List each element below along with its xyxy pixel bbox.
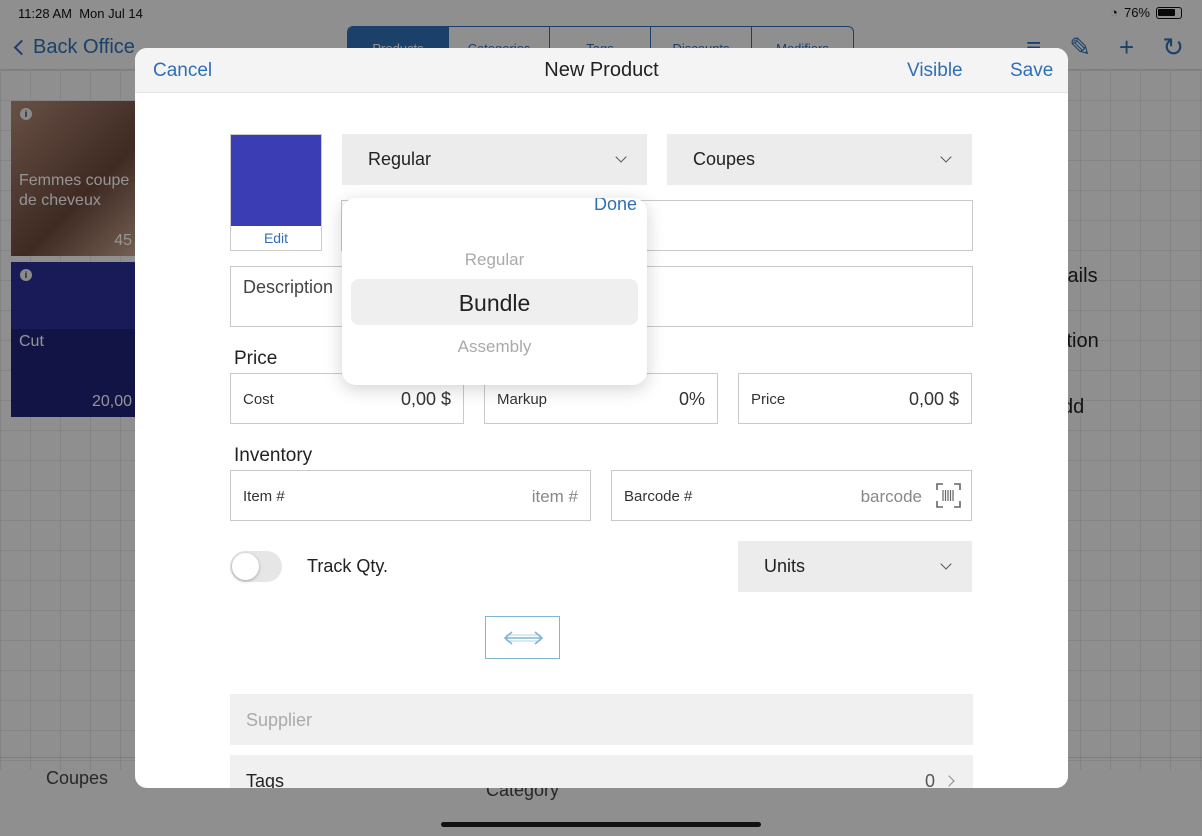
- visible-button[interactable]: Visible: [907, 60, 963, 82]
- price-label: Price: [751, 391, 786, 408]
- inventory-section-label: Inventory: [234, 445, 313, 466]
- cost-value: 0,00 $: [400, 389, 451, 409]
- supplier-field[interactable]: Supplier: [230, 694, 973, 745]
- product-type-picker[interactable]: Done Regular Bundle Assembly: [342, 198, 647, 385]
- save-button[interactable]: Save: [1010, 60, 1053, 82]
- units-dropdown[interactable]: Units: [738, 541, 972, 592]
- chevron-down-icon: [940, 558, 952, 570]
- modal-header: Cancel New Product Visible Save: [135, 48, 1068, 93]
- swap-arrows-icon: [503, 631, 544, 645]
- picker-option-next[interactable]: [342, 368, 647, 376]
- track-qty-label: Track Qty.: [307, 556, 388, 576]
- color-swatch[interactable]: Edit: [230, 134, 322, 251]
- product-type-dropdown[interactable]: Regular: [342, 134, 647, 185]
- picker-option-regular[interactable]: Regular: [342, 250, 647, 270]
- chevron-right-icon: [943, 775, 955, 787]
- units-value: Units: [764, 556, 806, 576]
- category-value: Coupes: [693, 149, 756, 169]
- color-preview: [231, 135, 321, 226]
- barcode-scan-icon[interactable]: [936, 483, 961, 508]
- price-value: 0,00 $: [908, 389, 959, 409]
- home-indicator: [441, 822, 761, 827]
- markup-value: 0%: [678, 389, 705, 409]
- chevron-down-icon: [940, 151, 952, 163]
- color-edit-button[interactable]: Edit: [231, 226, 321, 246]
- item-number-field[interactable]: Item # item #: [230, 470, 591, 521]
- price-field[interactable]: Price 0,00 $: [738, 373, 972, 424]
- price-section-label: Price: [234, 348, 278, 369]
- cost-label: Cost: [243, 391, 274, 408]
- barcode-placeholder: barcode: [860, 487, 922, 506]
- done-button[interactable]: Done: [594, 198, 637, 215]
- picker-option-bundle[interactable]: Bundle: [342, 290, 647, 317]
- item-number-placeholder: item #: [531, 487, 578, 506]
- barcode-label: Barcode #: [624, 488, 693, 505]
- barcode-field[interactable]: Barcode # barcode: [611, 470, 972, 521]
- supplier-placeholder: Supplier: [246, 710, 313, 730]
- chevron-down-icon: [615, 151, 627, 163]
- popover-arrow: [482, 185, 506, 199]
- item-number-label: Item #: [243, 488, 285, 505]
- picker-option-assembly[interactable]: Assembly: [342, 337, 647, 357]
- description-placeholder: Description: [243, 277, 334, 297]
- tags-label: Tags: [246, 771, 285, 788]
- track-qty-toggle[interactable]: [230, 551, 282, 582]
- new-product-modal: Cancel New Product Visible Save Edit Reg…: [135, 48, 1068, 788]
- category-dropdown[interactable]: Coupes: [667, 134, 972, 185]
- swap-button[interactable]: [485, 616, 560, 659]
- tags-row[interactable]: Tags 0: [230, 755, 973, 788]
- product-type-value: Regular: [368, 149, 432, 169]
- markup-label: Markup: [497, 391, 548, 408]
- tags-count: 0: [924, 771, 935, 788]
